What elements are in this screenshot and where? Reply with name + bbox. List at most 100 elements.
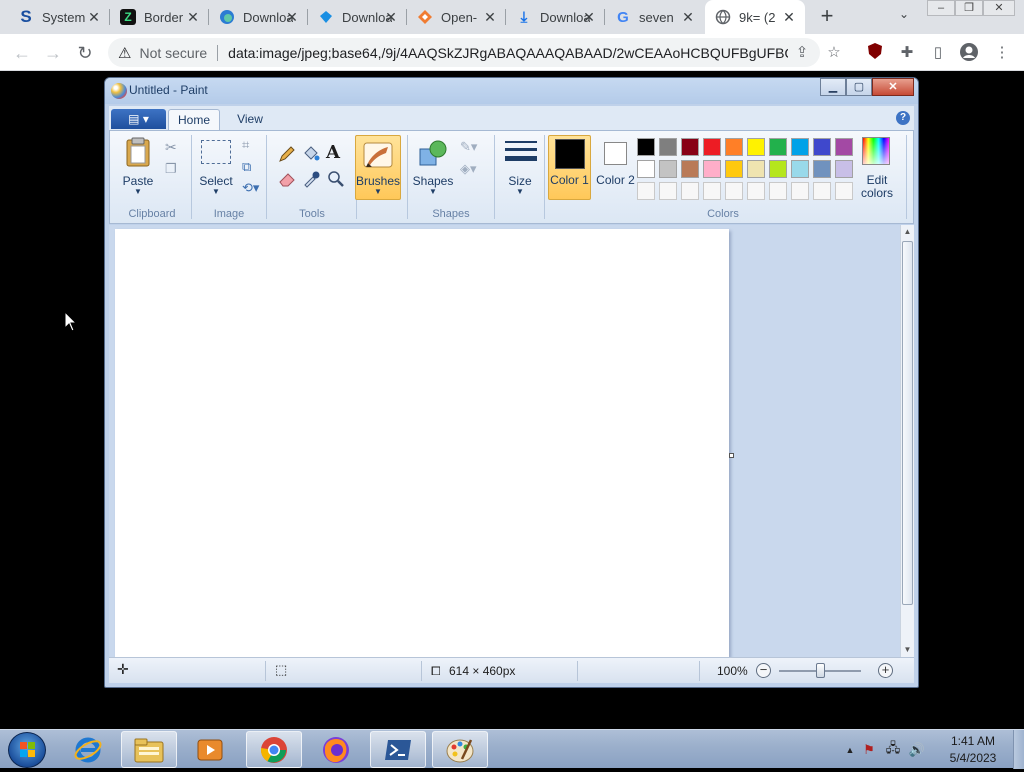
palette-swatch[interactable] xyxy=(637,160,655,178)
magnifier-icon[interactable] xyxy=(326,169,346,189)
tab-home[interactable]: Home xyxy=(168,109,220,130)
canvas-resize-handle-right[interactable] xyxy=(729,453,734,458)
extensions-puzzle-icon[interactable]: ✚ xyxy=(896,42,918,64)
palette-swatch[interactable] xyxy=(769,138,787,156)
palette-swatch[interactable] xyxy=(725,138,743,156)
taskbar-powershell[interactable] xyxy=(370,731,426,768)
network-icon[interactable]: 🖧 xyxy=(881,739,905,761)
close-window-button[interactable]: ✕ xyxy=(983,0,1015,16)
url-text[interactable]: data:image/jpeg;base64,/9j/4AAQSkZJRgABA… xyxy=(228,45,788,61)
share-icon[interactable]: ⇪ xyxy=(792,43,812,63)
volume-icon[interactable]: 🔊 xyxy=(905,742,929,758)
close-tab-icon[interactable]: ✕ xyxy=(781,9,797,25)
paste-dropdown-chevron-icon[interactable]: ▼ xyxy=(120,187,156,196)
browser-tab[interactable]: ⤓ Download ✕ xyxy=(506,0,605,34)
vertical-scrollbar[interactable]: ▲ ▼ xyxy=(900,225,914,657)
help-icon[interactable]: ? xyxy=(896,111,910,125)
color2-button[interactable]: Color 2 xyxy=(594,174,637,187)
browser-tab-active[interactable]: 9k= (2 ✕ xyxy=(705,0,805,34)
taskbar-chrome[interactable] xyxy=(246,731,302,768)
color-picker-icon[interactable] xyxy=(301,169,321,189)
outline-icon[interactable]: ✎▾ xyxy=(460,139,477,155)
close-tab-icon[interactable]: ✕ xyxy=(383,9,399,25)
palette-swatch-empty[interactable] xyxy=(681,182,699,200)
new-tab-button[interactable]: + xyxy=(815,5,839,29)
palette-swatch-empty[interactable] xyxy=(747,182,765,200)
rotate-icon[interactable]: ⟲▾ xyxy=(242,180,259,196)
palette-swatch-empty[interactable] xyxy=(637,182,655,200)
close-tab-icon[interactable]: ✕ xyxy=(185,9,201,25)
line-size-icon[interactable] xyxy=(504,139,538,167)
palette-swatch[interactable] xyxy=(681,138,699,156)
forward-button[interactable]: → xyxy=(40,40,66,66)
palette-swatch[interactable] xyxy=(659,160,677,178)
taskbar-internet-explorer[interactable] xyxy=(60,731,116,768)
tab-search-chevron-icon[interactable]: ⌄ xyxy=(893,7,915,27)
edit-colors-button[interactable]: Edit colors xyxy=(854,174,900,200)
restore-button[interactable]: ❐ xyxy=(955,0,983,16)
taskbar-media-player[interactable] xyxy=(182,731,238,768)
palette-swatch-empty[interactable] xyxy=(703,182,721,200)
palette-swatch[interactable] xyxy=(747,160,765,178)
paint-maximize-button[interactable]: ▢ xyxy=(846,78,872,96)
palette-swatch[interactable] xyxy=(835,160,853,178)
palette-swatch-empty[interactable] xyxy=(791,182,809,200)
crop-icon[interactable]: ⌗ xyxy=(242,137,249,153)
palette-swatch[interactable] xyxy=(637,138,655,156)
resize-icon[interactable]: ⧉ xyxy=(242,159,251,175)
text-tool-icon[interactable]: A xyxy=(326,142,340,163)
palette-swatch[interactable] xyxy=(681,160,699,178)
fill-icon[interactable]: ◈▾ xyxy=(460,161,477,177)
show-hidden-icons-chevron-icon[interactable]: ▲ xyxy=(843,745,857,755)
close-tab-icon[interactable]: ✕ xyxy=(581,9,597,25)
fill-bucket-icon[interactable] xyxy=(301,144,321,164)
ublock-icon[interactable] xyxy=(864,42,886,64)
zoom-out-button[interactable]: − xyxy=(756,663,771,678)
paint-close-button[interactable]: ✕ xyxy=(872,78,914,96)
select-icon[interactable] xyxy=(201,140,231,164)
select-button[interactable]: Select xyxy=(194,174,238,188)
close-tab-icon[interactable]: ✕ xyxy=(284,9,300,25)
palette-swatch[interactable] xyxy=(813,138,831,156)
browser-tab[interactable]: S System ✕ xyxy=(8,0,110,34)
reload-button[interactable]: ↻ xyxy=(72,40,98,66)
browser-tab[interactable]: Download ✕ xyxy=(308,0,407,34)
drawing-canvas[interactable] xyxy=(115,229,729,657)
profile-avatar-icon[interactable] xyxy=(958,42,980,64)
edit-colors-icon[interactable] xyxy=(862,137,890,165)
side-panel-icon[interactable]: ▯ xyxy=(927,42,949,64)
zoom-in-button[interactable]: + xyxy=(878,663,893,678)
taskbar-clock[interactable]: 1:41 AM 5/4/2023 xyxy=(940,733,1006,767)
close-tab-icon[interactable]: ✕ xyxy=(86,9,102,25)
palette-swatch[interactable] xyxy=(813,160,831,178)
paint-app-icon[interactable] xyxy=(111,83,127,99)
browser-tab[interactable]: Z Border ✕ xyxy=(110,0,209,34)
palette-swatch-empty[interactable] xyxy=(659,182,677,200)
back-button[interactable]: ← xyxy=(9,40,35,66)
shapes-dropdown-chevron-icon[interactable]: ▼ xyxy=(409,187,457,196)
taskbar-paint[interactable] xyxy=(432,731,488,768)
taskbar-file-explorer[interactable] xyxy=(121,731,177,768)
size-dropdown-chevron-icon[interactable]: ▼ xyxy=(500,187,540,196)
shapes-icon[interactable] xyxy=(417,137,449,169)
security-label[interactable]: Not secure xyxy=(139,45,207,61)
palette-swatch[interactable] xyxy=(791,138,809,156)
paint-minimize-button[interactable]: ▁ xyxy=(820,78,846,96)
color1-label[interactable]: Color 1 xyxy=(548,174,591,187)
palette-swatch[interactable] xyxy=(835,138,853,156)
palette-swatch-empty[interactable] xyxy=(835,182,853,200)
palette-swatch-empty[interactable] xyxy=(813,182,831,200)
minimize-button[interactable]: – xyxy=(927,0,955,16)
scroll-down-icon[interactable]: ▼ xyxy=(901,643,914,657)
copy-icon[interactable]: ❐ xyxy=(165,161,177,177)
zoom-slider-thumb[interactable] xyxy=(816,663,825,678)
taskbar-firefox[interactable] xyxy=(308,731,364,768)
palette-swatch[interactable] xyxy=(703,160,721,178)
scroll-up-icon[interactable]: ▲ xyxy=(901,225,914,239)
palette-swatch[interactable] xyxy=(769,160,787,178)
palette-swatch-empty[interactable] xyxy=(769,182,787,200)
brushes-label[interactable]: Brushes xyxy=(355,174,401,188)
tab-view[interactable]: View xyxy=(227,109,273,130)
palette-swatch[interactable] xyxy=(659,138,677,156)
shapes-button[interactable]: Shapes xyxy=(409,174,457,188)
